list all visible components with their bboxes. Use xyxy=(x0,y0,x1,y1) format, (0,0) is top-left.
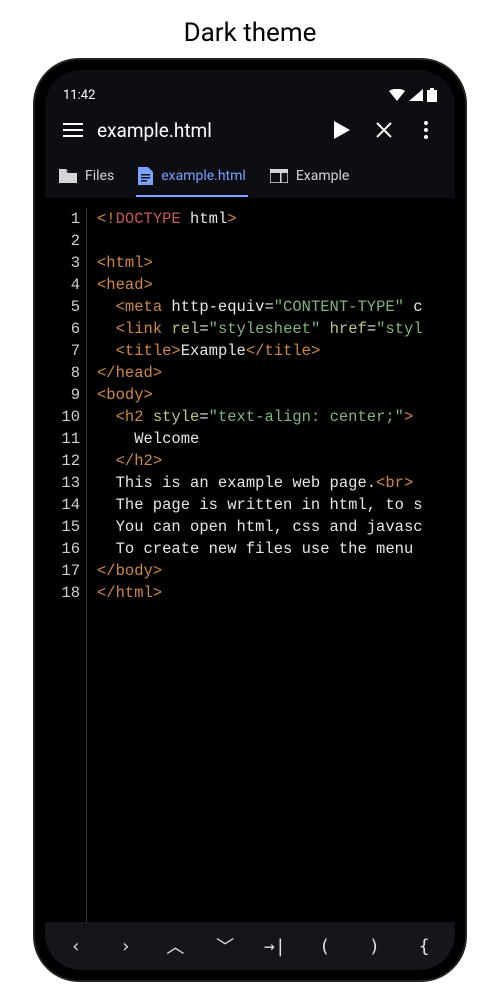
code-editor[interactable]: 123456789101112131415161718 <!DOCTYPE ht… xyxy=(45,198,455,922)
tab-label: Files xyxy=(85,168,114,184)
menu-button[interactable] xyxy=(53,123,93,137)
code-line[interactable]: <title>Example</title> xyxy=(97,340,455,362)
code-line[interactable]: </body> xyxy=(97,560,455,582)
tab-bar: Files example.html Example xyxy=(45,154,455,198)
code-line[interactable]: You can open html, css and javasc xyxy=(97,516,455,538)
code-line[interactable]: <body> xyxy=(97,384,455,406)
close-icon xyxy=(376,122,392,138)
play-icon xyxy=(334,121,350,139)
web-icon xyxy=(270,169,288,183)
line-number: 7 xyxy=(45,340,80,362)
nav-down-button[interactable]: ﹀ xyxy=(200,933,250,959)
code-line[interactable]: <!DOCTYPE html> xyxy=(97,208,455,230)
line-number: 16 xyxy=(45,538,80,560)
appbar-title: example.html xyxy=(93,119,321,142)
code-line[interactable]: <head> xyxy=(97,274,455,296)
line-number: 13 xyxy=(45,472,80,494)
nav-left-button[interactable]: ‹ xyxy=(51,936,101,957)
code-line[interactable]: The page is written in html, to s xyxy=(97,494,455,516)
paren-open-label: ( xyxy=(319,936,330,957)
line-number: 11 xyxy=(45,428,80,450)
line-number: 14 xyxy=(45,494,80,516)
menu-icon xyxy=(63,123,83,137)
line-number-gutter: 123456789101112131415161718 xyxy=(45,208,87,922)
close-button[interactable] xyxy=(363,122,405,138)
nav-right-button[interactable]: › xyxy=(101,936,151,957)
phone-frame: 11:42 example.html xyxy=(35,60,465,980)
line-number: 10 xyxy=(45,406,80,428)
line-number: 15 xyxy=(45,516,80,538)
line-number: 1 xyxy=(45,208,80,230)
tab-icon: →| xyxy=(264,936,286,957)
overflow-button[interactable] xyxy=(405,121,447,139)
code-line[interactable]: Welcome xyxy=(97,428,455,450)
code-line[interactable]: <html> xyxy=(97,252,455,274)
line-number: 12 xyxy=(45,450,80,472)
nav-up-button[interactable]: ︿ xyxy=(151,933,201,959)
tab-label: example.html xyxy=(161,168,246,184)
code-line[interactable]: </head> xyxy=(97,362,455,384)
line-number: 6 xyxy=(45,318,80,340)
line-number: 9 xyxy=(45,384,80,406)
code-line[interactable]: </html> xyxy=(97,582,455,604)
code-line[interactable]: This is an example web page.<br> xyxy=(97,472,455,494)
chevron-left-icon: ‹ xyxy=(70,936,81,957)
code-line[interactable]: <meta http-equiv="CONTENT-TYPE" c xyxy=(97,296,455,318)
status-bar: 11:42 xyxy=(45,70,455,106)
run-button[interactable] xyxy=(321,121,363,139)
status-icons xyxy=(389,88,437,102)
battery-icon xyxy=(427,88,437,102)
line-number: 3 xyxy=(45,252,80,274)
folder-icon xyxy=(59,169,77,183)
line-number: 5 xyxy=(45,296,80,318)
signal-icon xyxy=(409,89,423,101)
tab-example-preview[interactable]: Example xyxy=(270,154,349,197)
line-number: 4 xyxy=(45,274,80,296)
line-number: 18 xyxy=(45,582,80,604)
chevron-down-icon: ﹀ xyxy=(216,933,234,959)
chevron-right-icon: › xyxy=(120,936,131,957)
line-number: 2 xyxy=(45,230,80,252)
page-title: Dark theme xyxy=(184,18,317,48)
phone-screen: 11:42 example.html xyxy=(45,70,455,970)
tab-example-html[interactable]: example.html xyxy=(138,154,246,197)
brace-open-button[interactable]: { xyxy=(399,936,449,957)
code-line[interactable]: <link rel="stylesheet" href="styl xyxy=(97,318,455,340)
overflow-icon xyxy=(424,121,428,139)
chevron-up-icon: ︿ xyxy=(166,933,184,959)
code-line[interactable]: To create new files use the menu xyxy=(97,538,455,560)
paren-close-label: ) xyxy=(369,936,380,957)
wifi-icon xyxy=(389,89,405,101)
tab-files[interactable]: Files xyxy=(59,154,114,197)
code-line[interactable] xyxy=(97,230,455,252)
code-content[interactable]: <!DOCTYPE html> <html><head> <meta http-… xyxy=(87,208,455,922)
line-number: 17 xyxy=(45,560,80,582)
brace-open-label: { xyxy=(419,936,430,957)
file-icon xyxy=(138,167,153,185)
editor-toolbar: ‹ › ︿ ﹀ →| ( ) { xyxy=(45,922,455,970)
tab-key-button[interactable]: →| xyxy=(250,936,300,957)
app-bar: example.html xyxy=(45,106,455,154)
code-line[interactable]: </h2> xyxy=(97,450,455,472)
line-number: 8 xyxy=(45,362,80,384)
paren-open-button[interactable]: ( xyxy=(300,936,350,957)
tab-label: Example xyxy=(296,168,349,184)
paren-close-button[interactable]: ) xyxy=(350,936,400,957)
code-line[interactable]: <h2 style="text-align: center;"> xyxy=(97,406,455,428)
status-time: 11:42 xyxy=(63,88,95,103)
